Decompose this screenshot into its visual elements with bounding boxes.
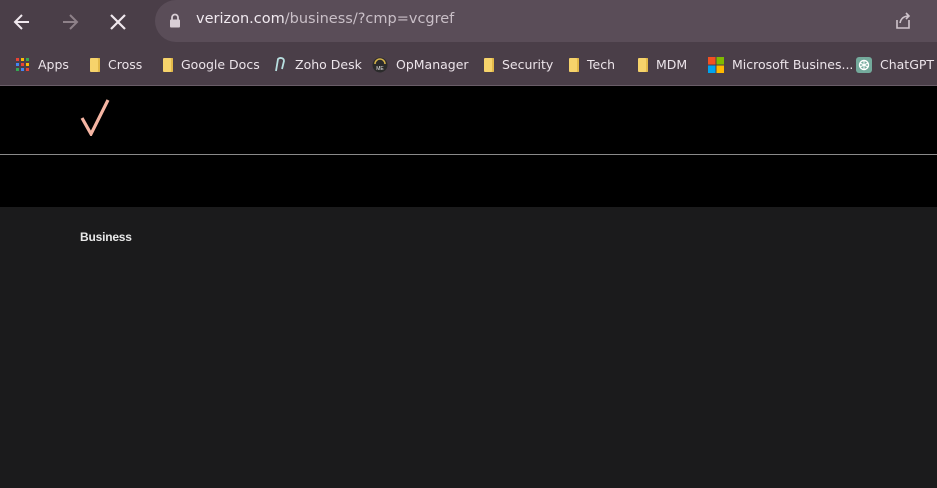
business-nav-link[interactable]: Business <box>80 230 132 244</box>
back-button[interactable] <box>7 7 37 37</box>
bookmark-apps[interactable]: Apps <box>16 44 69 85</box>
url-text[interactable]: verizon.com/business/?cmp=vcgref <box>196 11 454 27</box>
header-nav-band <box>0 155 937 207</box>
bookmark-label: Apps <box>38 57 69 72</box>
folder-icon <box>638 57 648 72</box>
bookmark-opmanager[interactable]: ME OpManager <box>372 44 469 85</box>
close-icon <box>110 14 126 30</box>
share-icon[interactable] <box>893 11 913 31</box>
microsoft-icon <box>708 56 724 73</box>
site-header <box>0 86 937 155</box>
bookmark-label: Cross <box>108 57 143 72</box>
folder-icon <box>484 57 494 72</box>
bookmark-mdm[interactable]: MDM <box>638 44 687 85</box>
bookmark-label: Google Docs <box>181 57 260 72</box>
bookmark-label: Zoho Desk <box>295 57 362 72</box>
page-body: Business <box>0 207 937 488</box>
bookmark-security[interactable]: Security <box>484 44 553 85</box>
bookmark-tech[interactable]: Tech <box>569 44 615 85</box>
bookmark-label: MDM <box>656 57 688 72</box>
bookmark-label: Security <box>502 57 554 72</box>
bookmark-chatgpt[interactable]: ChatGPT <box>856 44 934 85</box>
bookmark-cross[interactable]: Cross <box>90 44 142 85</box>
folder-icon <box>163 57 173 72</box>
address-bar[interactable]: verizon.com/business/?cmp=vcgref <box>155 0 937 42</box>
bookmarks-bar: Apps Cross Google Docs Zoho Desk ME OpMa… <box>0 44 937 86</box>
folder-icon <box>90 57 100 72</box>
arrow-left-icon <box>13 14 29 30</box>
url-path: /business/?cmp=vcgref <box>284 11 455 27</box>
bookmark-label: Tech <box>587 57 615 72</box>
lock-icon <box>170 13 180 28</box>
bookmark-label: ChatGPT <box>880 57 935 72</box>
apps-grid-icon <box>16 57 29 71</box>
zoho-desk-icon <box>275 57 285 72</box>
chatgpt-icon <box>856 56 872 73</box>
forward-button[interactable] <box>55 7 85 37</box>
bookmark-google-docs[interactable]: Google Docs <box>163 44 260 85</box>
url-domain: verizon.com <box>196 11 285 27</box>
verizon-check-icon[interactable] <box>80 98 110 136</box>
bookmark-zoho-desk[interactable]: Zoho Desk <box>273 44 362 85</box>
stop-loading-button[interactable] <box>103 7 133 37</box>
bookmark-label: Microsoft Busines... <box>732 57 854 72</box>
bookmark-microsoft-business[interactable]: Microsoft Busines... <box>708 44 853 85</box>
arrow-right-icon <box>63 14 79 30</box>
svg-text:ME: ME <box>376 66 384 72</box>
opmanager-icon: ME <box>372 57 388 72</box>
bookmark-label: OpManager <box>396 57 469 72</box>
folder-icon <box>569 57 579 72</box>
browser-toolbar: verizon.com/business/?cmp=vcgref <box>0 0 937 44</box>
